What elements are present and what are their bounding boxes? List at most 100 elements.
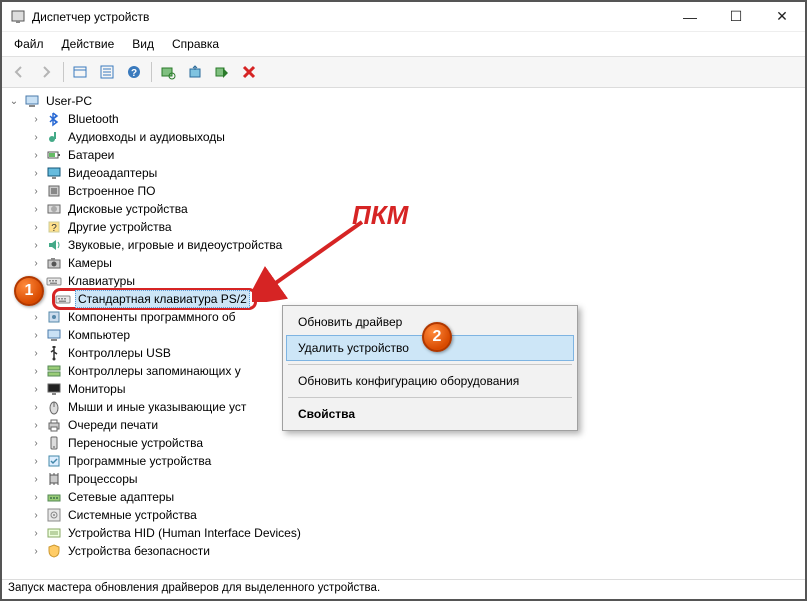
keyboard-icon	[55, 291, 71, 307]
tree-item-label: Контроллеры USB	[66, 345, 173, 361]
tree-item-label: Звуковые, игровые и видеоустройства	[66, 237, 284, 253]
chevron-right-icon[interactable]: ›	[30, 330, 42, 341]
chevron-right-icon[interactable]: ›	[30, 258, 42, 269]
chevron-right-icon[interactable]: ›	[30, 366, 42, 377]
tree-item[interactable]: › Камеры	[30, 254, 803, 272]
annotation-pkm-label: ПКМ	[352, 200, 408, 231]
tree-item-label: Мониторы	[66, 381, 127, 397]
tree-item-label: Аудиовходы и аудиовыходы	[66, 129, 227, 145]
back-button[interactable]	[6, 60, 32, 84]
selected-device[interactable]: Стандартная клавиатура PS/2	[52, 288, 257, 310]
chevron-right-icon[interactable]: ›	[30, 132, 42, 143]
tree-item[interactable]: ›Встроенное ПО	[30, 182, 803, 200]
chevron-right-icon[interactable]: ›	[30, 204, 42, 215]
computer-icon	[46, 327, 62, 343]
storage-icon	[46, 363, 62, 379]
menu-file[interactable]: Файл	[6, 34, 52, 54]
ctx-separator	[288, 397, 572, 398]
ctx-properties[interactable]: Свойства	[286, 401, 574, 427]
update-driver-button[interactable]	[182, 60, 208, 84]
chevron-right-icon[interactable]: ›	[30, 438, 42, 449]
menu-help[interactable]: Справка	[164, 34, 227, 54]
tree-item-label: Программные устройства	[66, 453, 213, 469]
tree-root-node[interactable]: ⌄ User-PC	[8, 92, 803, 110]
chevron-right-icon[interactable]: ›	[30, 492, 42, 503]
tree-item-label: Системные устройства	[66, 507, 199, 523]
scan-hardware-button[interactable]	[155, 60, 181, 84]
tree-item[interactable]: ›Bluetooth	[30, 110, 803, 128]
chevron-right-icon[interactable]: ›	[30, 222, 42, 233]
monitor-icon	[46, 381, 62, 397]
svg-text:?: ?	[51, 223, 57, 234]
minimize-button[interactable]: —	[667, 2, 713, 32]
chevron-down-icon[interactable]: ⌄	[8, 96, 20, 107]
software-icon	[46, 309, 62, 325]
tree-item-label: Другие устройства	[66, 219, 174, 235]
tree-item-label: Устройства HID (Human Interface Devices)	[66, 525, 303, 541]
chevron-right-icon[interactable]: ›	[30, 384, 42, 395]
tree-item[interactable]: › Сетевые адаптеры	[30, 488, 803, 506]
tree-item-label: Компоненты программного об	[66, 309, 238, 325]
menu-bar: Файл Действие Вид Справка	[2, 32, 805, 57]
uninstall-device-button[interactable]	[209, 60, 235, 84]
camera-icon	[46, 255, 62, 271]
chevron-right-icon[interactable]: ›	[30, 456, 42, 467]
chevron-right-icon[interactable]: ›	[30, 186, 42, 197]
tree-item[interactable]: ›? Другие устройства	[30, 218, 803, 236]
window-title: Диспетчер устройств	[32, 10, 149, 24]
tree-item-label: Сетевые адаптеры	[66, 489, 176, 505]
chevron-right-icon[interactable]: ›	[30, 240, 42, 251]
tree-item[interactable]: › Переносные устройства	[30, 434, 803, 452]
tree-item[interactable]: › Программные устройства	[30, 452, 803, 470]
tree-item-label: Мыши и иные указывающие уст	[66, 399, 248, 415]
chevron-right-icon[interactable]: ›	[30, 348, 42, 359]
annotation-badge-2: 2	[422, 322, 452, 352]
tree-item-label: Клавиатуры	[66, 273, 137, 289]
tree-item[interactable]: ›Видеоадаптеры	[30, 164, 803, 182]
usb-icon	[46, 345, 62, 361]
maximize-button[interactable]: ☐	[713, 2, 759, 32]
tree-item[interactable]: › Системные устройства	[30, 506, 803, 524]
close-button[interactable]: ✕	[759, 2, 805, 32]
chevron-right-icon[interactable]: ›	[30, 510, 42, 521]
properties-button[interactable]	[94, 60, 120, 84]
tree-item[interactable]: ›Дисковые устройства	[30, 200, 803, 218]
chevron-right-icon[interactable]: ›	[30, 528, 42, 539]
tree-item[interactable]: › Звуковые, игровые и видеоустройства	[30, 236, 803, 254]
help-button[interactable]: ?	[121, 60, 147, 84]
chevron-right-icon[interactable]: ›	[30, 168, 42, 179]
network-icon	[46, 489, 62, 505]
tree-item[interactable]: › Устройства HID (Human Interface Devices…	[30, 524, 803, 542]
chevron-right-icon[interactable]: ›	[30, 546, 42, 557]
tree-item[interactable]: › Процессоры	[30, 470, 803, 488]
battery-icon	[46, 147, 62, 163]
forward-button[interactable]	[33, 60, 59, 84]
tree-item-label: Процессоры	[66, 471, 140, 487]
window-controls: — ☐ ✕	[667, 2, 805, 32]
title-bar: Диспетчер устройств — ☐ ✕	[2, 2, 805, 32]
chevron-right-icon[interactable]: ›	[30, 420, 42, 431]
chevron-right-icon[interactable]: ›	[30, 114, 42, 125]
tree-item[interactable]: ›Батареи	[30, 146, 803, 164]
tree-item-label: Камеры	[66, 255, 114, 271]
ctx-uninstall-label: Удалить устройство	[298, 341, 409, 355]
chevron-right-icon[interactable]: ›	[30, 474, 42, 485]
chevron-right-icon[interactable]: ›	[30, 312, 42, 323]
annotation-badge-1: 1	[14, 276, 44, 306]
menu-view[interactable]: Вид	[124, 34, 162, 54]
chevron-right-icon[interactable]: ›	[30, 402, 42, 413]
ctx-scan-hardware[interactable]: Обновить конфигурацию оборудования	[286, 368, 574, 394]
chevron-right-icon[interactable]: ›	[30, 150, 42, 161]
tree-item[interactable]: › Аудиовходы и аудиовыходы	[30, 128, 803, 146]
tree-item[interactable]: ›Устройства безопасности	[30, 542, 803, 560]
tree-item-label: Переносные устройства	[66, 435, 205, 451]
tree-item-label: Очереди печати	[66, 417, 160, 433]
security-icon	[46, 543, 62, 559]
firmware-icon	[46, 183, 62, 199]
app-icon	[10, 9, 26, 25]
show-hidden-button[interactable]	[67, 60, 93, 84]
software2-icon	[46, 453, 62, 469]
delete-button[interactable]	[236, 60, 262, 84]
display-icon	[46, 165, 62, 181]
menu-action[interactable]: Действие	[54, 34, 123, 54]
